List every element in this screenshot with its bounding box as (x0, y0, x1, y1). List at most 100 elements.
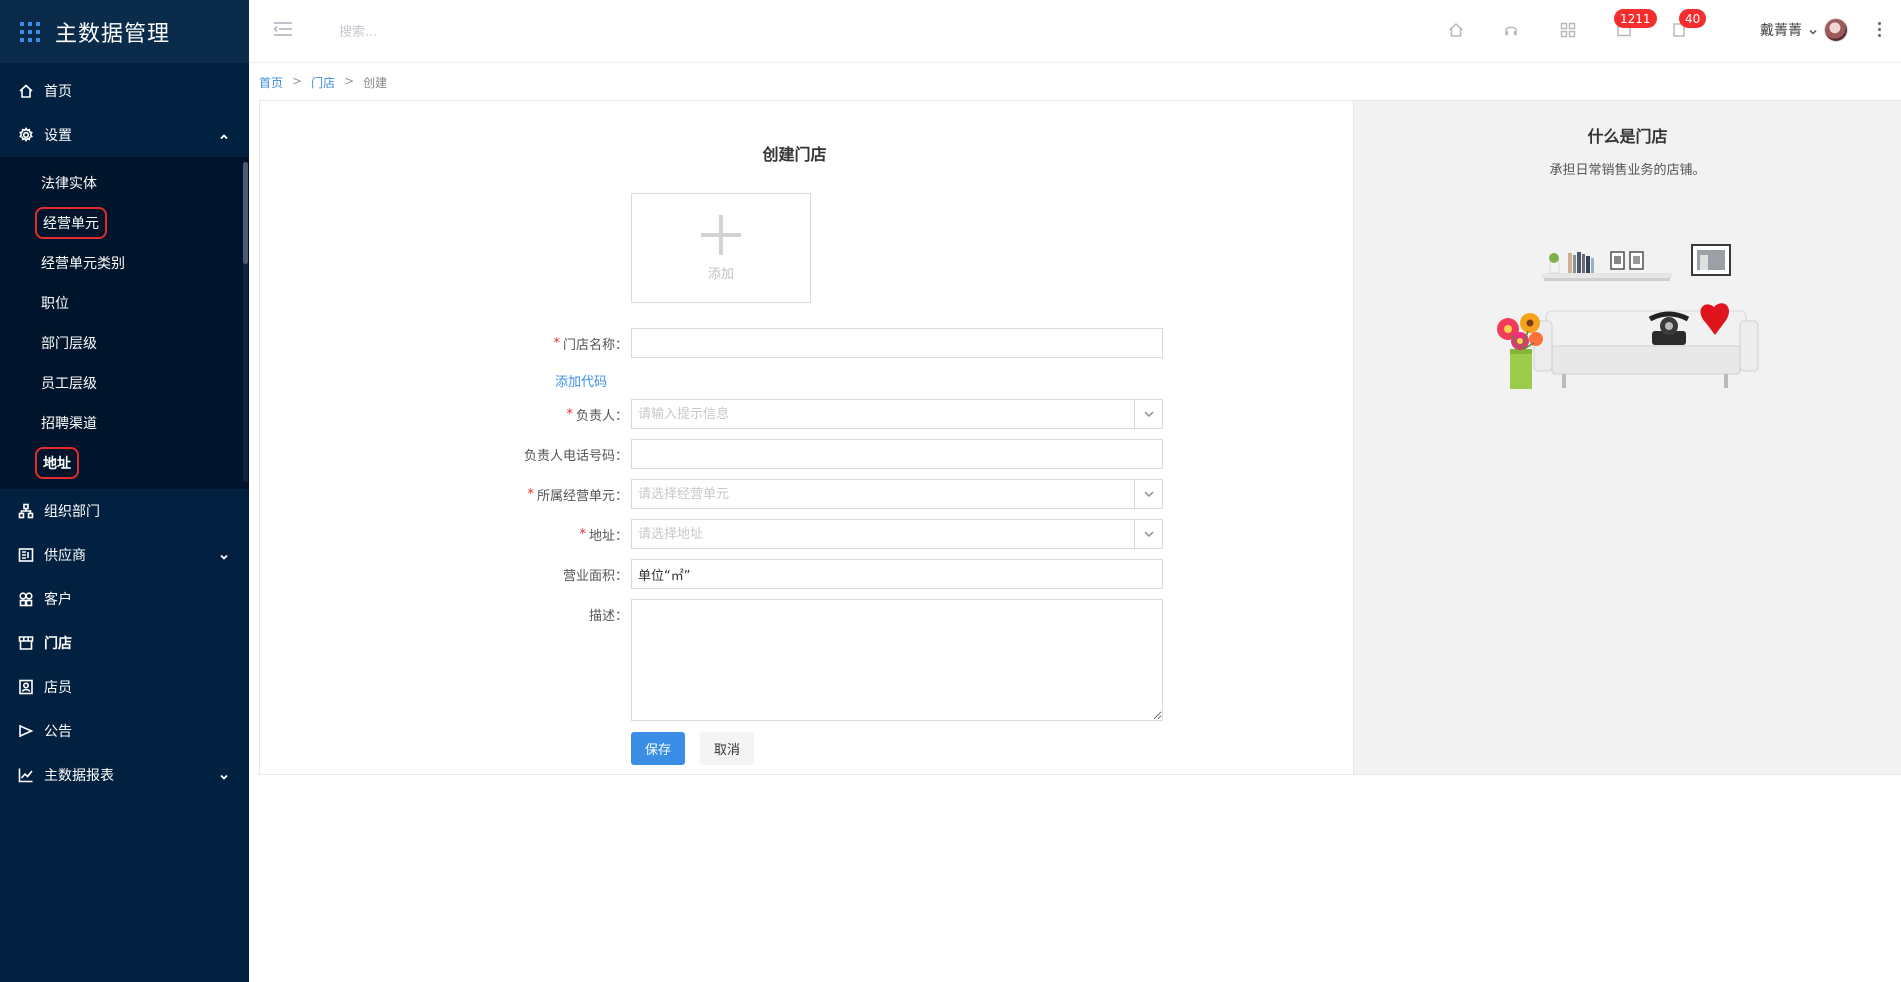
sidebar-item-org-department[interactable]: 组织部门 (0, 489, 249, 533)
store-icon (18, 635, 34, 651)
submenu-item-department-level[interactable]: 部门层级 (0, 323, 249, 363)
address-label: * 地址： (579, 519, 628, 549)
submenu-item-employee-level[interactable]: 员工层级 (0, 363, 249, 403)
chevron-down-icon (1808, 25, 1818, 35)
sidebar-item-label: 组织部门 (44, 504, 100, 520)
sidebar-item-label: 店员 (44, 680, 72, 696)
cancel-button[interactable]: 取消 (700, 732, 754, 765)
sidebar-item-label: 首页 (44, 84, 72, 100)
required-mark: * (527, 486, 534, 502)
user-name: 戴菁菁 (1760, 23, 1802, 39)
app-title: 主数据管理 (55, 21, 171, 47)
info-title: 什么是门店 (1587, 127, 1668, 146)
store-name-row: * 门店名称： (260, 328, 1355, 358)
top-header: 1211 40 戴菁菁 (249, 0, 1901, 63)
description-textarea[interactable] (631, 599, 1163, 721)
avatar[interactable] (1824, 18, 1848, 42)
submenu-item-legal-entity[interactable]: 法律实体 (0, 163, 249, 203)
collapse-menu-icon[interactable] (273, 21, 293, 37)
submenu-item-label: 经营单元 (35, 207, 107, 239)
area-input[interactable] (631, 559, 1163, 589)
breadcrumb-store[interactable]: 门店 (311, 74, 335, 91)
chevron-down-icon[interactable] (1134, 519, 1163, 549)
info-description: 承担日常销售业务的店铺。 (1549, 163, 1706, 178)
sidebar-item-label: 门店 (44, 636, 72, 652)
info-panel: 什么是门店 承担日常销售业务的店铺。 (1354, 100, 1901, 775)
sidebar-item-label: 客户 (44, 592, 72, 608)
messages-badge: 1211 (1614, 9, 1657, 28)
clerk-icon (18, 679, 34, 695)
submenu-item-label: 法律实体 (41, 176, 97, 192)
image-upload[interactable]: 添加 (631, 193, 811, 303)
sidebar-item-label: 公告 (44, 724, 72, 740)
chevron-down-icon (219, 770, 229, 780)
more-vertical-icon[interactable] (1878, 22, 1884, 38)
add-code-link[interactable]: 添加代码 (555, 371, 607, 390)
form-title: 创建门店 (762, 145, 827, 164)
settings-submenu: 法律实体 经营单元 经营单元类别 职位 部门层级 员工层级 招聘渠道 地址 (0, 157, 249, 489)
submenu-item-label: 部门层级 (41, 336, 97, 352)
manager-select[interactable] (631, 399, 1163, 429)
sidebar-item-label: 供应商 (44, 548, 86, 564)
upload-label: 添加 (707, 266, 734, 282)
sidebar: 主数据管理 首页 设置 法律实体 经营单元 经营单元类别 职位 部门层级 员工层… (0, 0, 249, 982)
submenu-item-label: 职位 (41, 296, 69, 312)
brand[interactable]: 主数据管理 (0, 0, 249, 63)
org-icon (18, 503, 34, 519)
apps-grid-icon[interactable] (1559, 21, 1577, 39)
sidebar-item-clerk[interactable]: 店员 (0, 665, 249, 709)
manager-phone-row: 负责人电话号码： (260, 439, 1355, 469)
label-text: 门店名称： (562, 337, 628, 353)
create-store-form: 创建门店 添加 *门店名称： 添加代码 *负责人： 负责人电话号码： *所属经营… (259, 100, 1354, 775)
breadcrumb: 首页 > 门店 > 创建 (259, 74, 387, 91)
headset-icon[interactable] (1502, 21, 1520, 39)
customer-icon (18, 591, 34, 607)
user-menu[interactable]: 戴菁菁 (1760, 20, 1818, 40)
submenu-item-label: 经营单元类别 (41, 256, 125, 272)
notifications-badge: 40 (1679, 9, 1707, 28)
required-mark: * (553, 335, 560, 351)
sidebar-item-store[interactable]: 门店 (0, 621, 249, 665)
manager-row: * 负责人： (260, 399, 1355, 429)
address-select[interactable] (631, 519, 1163, 549)
sidebar-item-customer[interactable]: 客户 (0, 577, 249, 621)
sidebar-item-home[interactable]: 首页 (0, 69, 249, 113)
sidebar-item-master-data-report[interactable]: 主数据报表 (0, 753, 249, 797)
sidebar-item-settings[interactable]: 设置 (0, 113, 249, 157)
label-text: 所属经营单元： (536, 488, 628, 504)
submenu-item-label: 地址 (35, 447, 79, 479)
search-input[interactable] (339, 20, 639, 44)
store-name-label: * 门店名称： (553, 328, 628, 358)
chevron-down-icon (219, 550, 229, 560)
submenu-item-business-unit-category[interactable]: 经营单元类别 (0, 243, 249, 283)
submenu-item-business-unit[interactable]: 经营单元 (0, 203, 249, 243)
home-icon[interactable] (1447, 21, 1465, 39)
manager-label: * 负责人： (566, 399, 628, 429)
sidebar-item-label: 主数据报表 (44, 768, 114, 784)
label-text: 负责人： (575, 408, 628, 424)
submenu-item-address[interactable]: 地址 (0, 443, 249, 483)
sidebar-item-announcement[interactable]: 公告 (0, 709, 249, 753)
chevron-down-icon[interactable] (1134, 399, 1163, 429)
label-text: 地址： (588, 528, 628, 544)
manager-phone-input[interactable] (631, 439, 1163, 469)
manager-phone-label: 负责人电话号码： (523, 448, 628, 464)
save-button[interactable]: 保存 (631, 732, 685, 765)
submenu-item-position[interactable]: 职位 (0, 283, 249, 323)
breadcrumb-home[interactable]: 首页 (259, 74, 283, 91)
sidebar-menu: 首页 设置 (0, 69, 249, 157)
chevron-down-icon[interactable] (1134, 479, 1163, 509)
home-icon (18, 83, 34, 99)
submenu-item-recruit-channel[interactable]: 招聘渠道 (0, 403, 249, 443)
submenu-item-label: 招聘渠道 (41, 416, 97, 432)
breadcrumb-separator: > (344, 74, 355, 88)
area-row: 营业面积： (260, 559, 1355, 589)
sidebar-item-supplier[interactable]: 供应商 (0, 533, 249, 577)
breadcrumb-current: 创建 (363, 76, 388, 90)
address-row: * 地址： (260, 519, 1355, 549)
store-name-input[interactable] (631, 328, 1163, 358)
required-mark: * (579, 526, 586, 542)
area-label: 营业面积： (562, 568, 628, 584)
business-unit-select[interactable] (631, 479, 1163, 509)
announce-icon (18, 723, 34, 739)
